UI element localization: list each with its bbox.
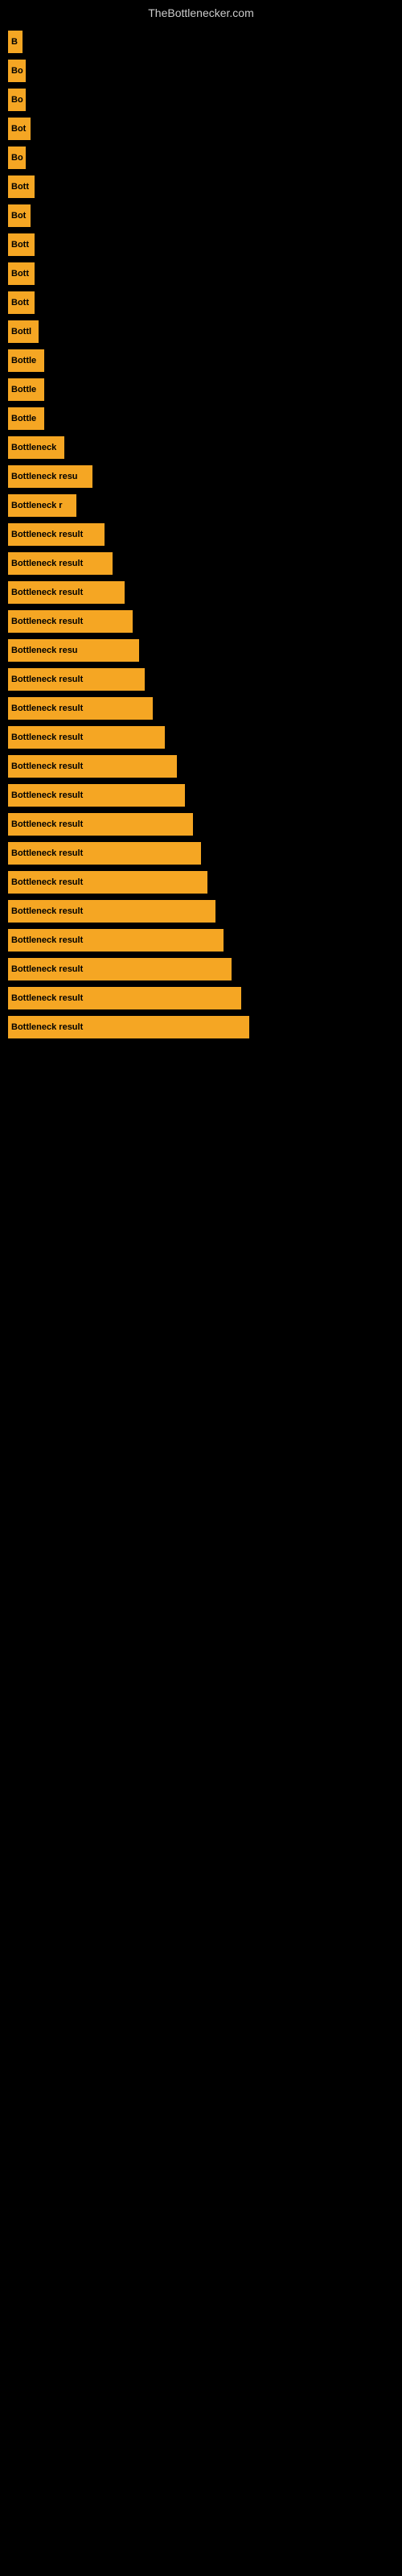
bar-row: Bo <box>8 60 394 82</box>
bar-row: Bottleneck result <box>8 668 394 691</box>
bottleneck-bar: Bo <box>8 89 26 111</box>
bottleneck-bar: Bottleneck result <box>8 755 177 778</box>
bar-row: Bo <box>8 89 394 111</box>
bottleneck-bar: Bottleneck result <box>8 842 201 865</box>
bar-row: Bottleneck result <box>8 958 394 980</box>
bottleneck-bar: Bottleneck result <box>8 871 207 894</box>
bottleneck-bar: Bottleneck result <box>8 523 105 546</box>
bar-row: Bottle <box>8 349 394 372</box>
bottleneck-bar: Bott <box>8 262 35 285</box>
bar-row: Bottleneck result <box>8 610 394 633</box>
bottleneck-bar: Bottleneck resu <box>8 639 139 662</box>
bar-row: Bott <box>8 262 394 285</box>
bottleneck-bar: Bottleneck result <box>8 929 224 952</box>
bar-row: Bottleneck result <box>8 552 394 575</box>
bottleneck-bar: Bott <box>8 291 35 314</box>
bar-row: Bottleneck result <box>8 755 394 778</box>
bottleneck-bar: Bottl <box>8 320 39 343</box>
bottleneck-bar: B <box>8 31 23 53</box>
bar-row: Bottleneck result <box>8 871 394 894</box>
bar-row: Bott <box>8 291 394 314</box>
bar-row: Bottleneck result <box>8 581 394 604</box>
bar-row: Bottleneck result <box>8 987 394 1009</box>
bar-row: Bot <box>8 204 394 227</box>
site-title: TheBottlenecker.com <box>0 0 402 23</box>
bottleneck-bar: Bottleneck <box>8 436 64 459</box>
bottleneck-bar: Bottle <box>8 349 44 372</box>
bar-row: Bottleneck result <box>8 726 394 749</box>
bar-row: Bottleneck resu <box>8 465 394 488</box>
bar-row: Bot <box>8 118 394 140</box>
bars-container: B Bo Bo Bot Bo Bott Bot Bott Bott Bott Bottl Bottle… <box>0 23 402 1053</box>
bottleneck-bar: Bo <box>8 147 26 169</box>
bottleneck-bar: Bottleneck result <box>8 784 185 807</box>
bar-row: Bottl <box>8 320 394 343</box>
bar-row: Bottle <box>8 407 394 430</box>
bottleneck-bar: Bottle <box>8 378 44 401</box>
bar-row: Bo <box>8 147 394 169</box>
bar-row: Bottle <box>8 378 394 401</box>
bar-row: Bottleneck result <box>8 697 394 720</box>
bar-row: Bottleneck result <box>8 523 394 546</box>
bar-row: B <box>8 31 394 53</box>
bar-row: Bottleneck <box>8 436 394 459</box>
bottleneck-bar: Bot <box>8 204 31 227</box>
bar-row: Bottleneck r <box>8 494 394 517</box>
bottleneck-bar: Bottleneck result <box>8 987 241 1009</box>
bottleneck-bar: Bo <box>8 60 26 82</box>
bottleneck-bar: Bottleneck result <box>8 813 193 836</box>
bottleneck-bar: Bott <box>8 175 35 198</box>
bar-row: Bottleneck result <box>8 813 394 836</box>
bottleneck-bar: Bottleneck result <box>8 552 113 575</box>
bottleneck-bar: Bottle <box>8 407 44 430</box>
bottleneck-bar: Bottleneck result <box>8 1016 249 1038</box>
bar-row: Bottleneck result <box>8 900 394 923</box>
bottleneck-bar: Bottleneck result <box>8 581 125 604</box>
bar-row: Bottleneck result <box>8 1016 394 1038</box>
bar-row: Bottleneck result <box>8 929 394 952</box>
bar-row: Bott <box>8 233 394 256</box>
bottleneck-bar: Bottleneck resu <box>8 465 92 488</box>
bottleneck-bar: Bottleneck result <box>8 900 215 923</box>
bottleneck-bar: Bottleneck r <box>8 494 76 517</box>
bottleneck-bar: Bottleneck result <box>8 697 153 720</box>
bar-row: Bottleneck result <box>8 784 394 807</box>
bar-row: Bottleneck resu <box>8 639 394 662</box>
bottleneck-bar: Bott <box>8 233 35 256</box>
bar-row: Bott <box>8 175 394 198</box>
bar-row: Bottleneck result <box>8 842 394 865</box>
bottleneck-bar: Bot <box>8 118 31 140</box>
bottleneck-bar: Bottleneck result <box>8 726 165 749</box>
bottleneck-bar: Bottleneck result <box>8 610 133 633</box>
bottleneck-bar: Bottleneck result <box>8 958 232 980</box>
bottleneck-bar: Bottleneck result <box>8 668 145 691</box>
